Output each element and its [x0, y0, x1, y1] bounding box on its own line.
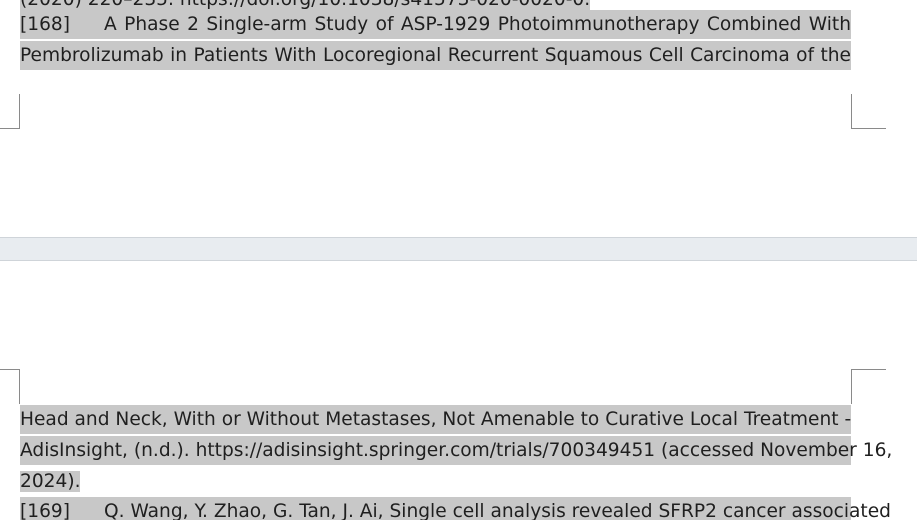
margin-corner-mark	[0, 369, 20, 404]
reference-168-line-5: 2024).	[20, 471, 81, 492]
reference-168-line-3: Head and Neck, With or Without Metastase…	[20, 405, 851, 434]
reference-168-number: [168]	[20, 14, 70, 35]
margin-corner-mark	[0, 94, 20, 129]
margin-corner-mark	[851, 369, 886, 404]
document-page-top: (2020) 220–235. https://doi.org/10.1038/…	[0, 0, 917, 237]
reference-169-line-1: [169] Q. Wang, Y. Zhao, G. Tan, J. Ai, Si…	[20, 497, 891, 520]
document-page-bottom: Head and Neck, With or Without Metastase…	[0, 261, 917, 520]
reference-168-line-2: Pembrolizumab in Patients With Locoregio…	[20, 41, 851, 70]
margin-corner-mark	[851, 94, 886, 129]
reference-169-number: [169]	[20, 501, 70, 520]
page-break-gap	[0, 237, 917, 261]
reference-168-line-1: [168] A Phase 2 Single-arm Study of ASP-1…	[20, 10, 851, 39]
reference-168-line-4: AdisInsight, (n.d.). https://adisinsight…	[20, 436, 892, 465]
